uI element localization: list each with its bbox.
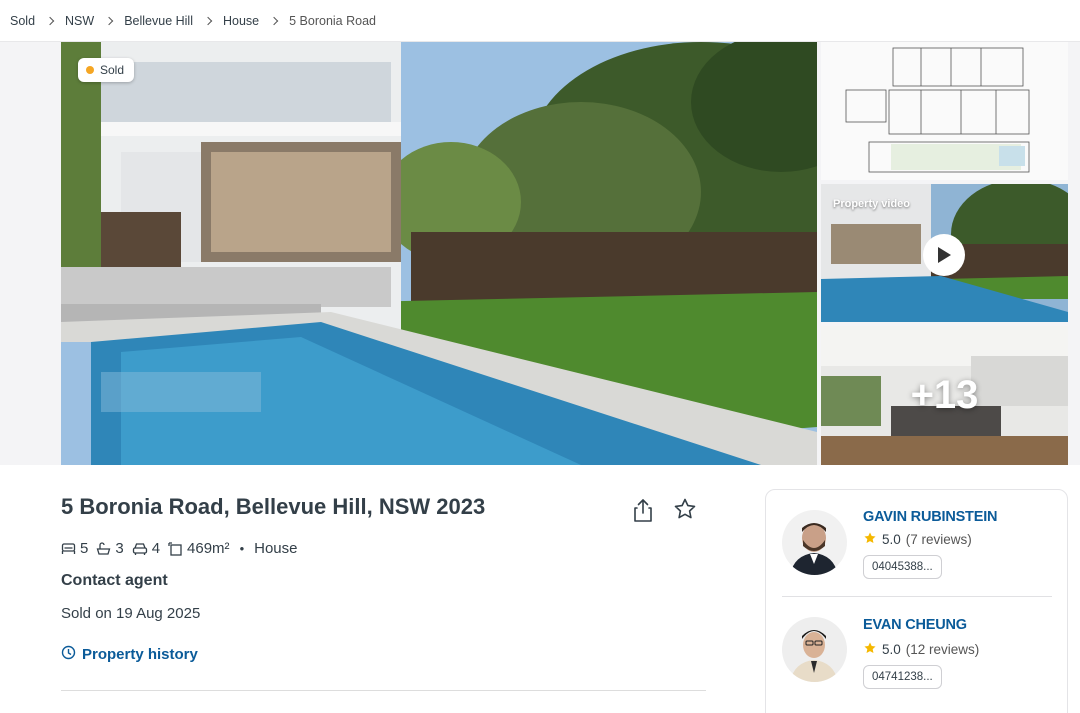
breadcrumb-nsw[interactable]: NSW bbox=[65, 14, 94, 28]
chevron-right-icon bbox=[104, 16, 114, 25]
agent-name[interactable]: GAVIN RUBINSTEIN bbox=[863, 509, 997, 525]
property-history-label: Property history bbox=[82, 646, 198, 663]
property-type: House bbox=[254, 540, 298, 557]
property-features: 5 3 4 469m² • House bbox=[61, 540, 297, 557]
property-video-thumbnail[interactable]: Property video bbox=[821, 184, 1068, 322]
star-icon[interactable] bbox=[673, 497, 697, 521]
star-icon bbox=[863, 641, 877, 658]
land-size-feature: 469m² bbox=[168, 540, 230, 557]
property-video-label: Property video bbox=[833, 198, 911, 210]
property-history-link[interactable]: Property history bbox=[61, 645, 198, 664]
avatar[interactable] bbox=[782, 510, 847, 575]
agent-rating: 5.0 (12 reviews) bbox=[863, 641, 979, 658]
agent-item: EVAN CHEUNG 5.0 (12 reviews) 04741238... bbox=[766, 597, 1067, 701]
sold-date: Sold on 19 Aug 2025 bbox=[61, 605, 201, 622]
bed-icon bbox=[61, 542, 76, 556]
chevron-right-icon bbox=[269, 16, 279, 25]
rating-value: 5.0 bbox=[882, 642, 901, 657]
price-label: Contact agent bbox=[61, 572, 168, 589]
breadcrumb-house[interactable]: House bbox=[223, 14, 259, 28]
agent-name[interactable]: EVAN CHEUNG bbox=[863, 617, 967, 633]
floorplan-image bbox=[821, 42, 1068, 180]
bedrooms-count: 5 bbox=[80, 540, 89, 557]
chevron-right-icon bbox=[203, 16, 213, 25]
more-photos-thumbnail[interactable]: +13 bbox=[821, 326, 1068, 465]
land-size-value: 469m² bbox=[187, 540, 230, 557]
main-property-photo[interactable] bbox=[61, 42, 817, 465]
parking-count: 4 bbox=[151, 540, 161, 557]
reviews-count[interactable]: (12 reviews) bbox=[906, 642, 980, 657]
status-badge: Sold bbox=[78, 58, 135, 82]
agent-item: GAVIN RUBINSTEIN 5.0 (7 reviews) 0404538… bbox=[766, 490, 1067, 594]
car-icon bbox=[132, 542, 148, 556]
bathrooms-feature: 3 bbox=[96, 540, 124, 557]
bathrooms-count: 3 bbox=[115, 540, 124, 557]
chevron-right-icon bbox=[45, 16, 55, 25]
agent-rating: 5.0 (7 reviews) bbox=[863, 531, 972, 548]
agent-phone-button[interactable]: 04045388... bbox=[863, 555, 942, 579]
breadcrumb-bellevue-hill[interactable]: Bellevue Hill bbox=[124, 14, 193, 28]
play-icon[interactable] bbox=[923, 234, 965, 276]
more-photos-count: +13 bbox=[910, 373, 979, 417]
parking-feature: 4 bbox=[132, 540, 160, 557]
status-dot bbox=[86, 66, 94, 74]
avatar[interactable] bbox=[782, 617, 847, 682]
breadcrumb-current: 5 Boronia Road bbox=[289, 13, 376, 28]
breadcrumb-sold[interactable]: Sold bbox=[10, 14, 35, 28]
bedrooms-feature: 5 bbox=[61, 540, 88, 557]
pool-house-photo bbox=[61, 42, 817, 465]
status-badge-label: Sold bbox=[100, 63, 125, 77]
property-address: 5 Boronia Road, Bellevue Hill, NSW 2023 bbox=[61, 494, 486, 519]
land-size-icon bbox=[168, 541, 183, 556]
breadcrumb: Sold NSW Bellevue Hill House 5 Boronia R… bbox=[0, 0, 1080, 42]
rating-value: 5.0 bbox=[882, 532, 901, 547]
bath-icon bbox=[96, 541, 111, 556]
share-icon[interactable] bbox=[631, 497, 655, 523]
clock-icon bbox=[61, 645, 76, 664]
bullet-separator: • bbox=[239, 541, 245, 556]
agent-card: GAVIN RUBINSTEIN 5.0 (7 reviews) 0404538… bbox=[765, 489, 1068, 713]
floorplan-thumbnail[interactable] bbox=[821, 42, 1068, 180]
section-divider bbox=[61, 690, 706, 691]
agent-phone-button[interactable]: 04741238... bbox=[863, 665, 942, 689]
star-icon bbox=[863, 531, 877, 548]
reviews-count[interactable]: (7 reviews) bbox=[906, 532, 972, 547]
